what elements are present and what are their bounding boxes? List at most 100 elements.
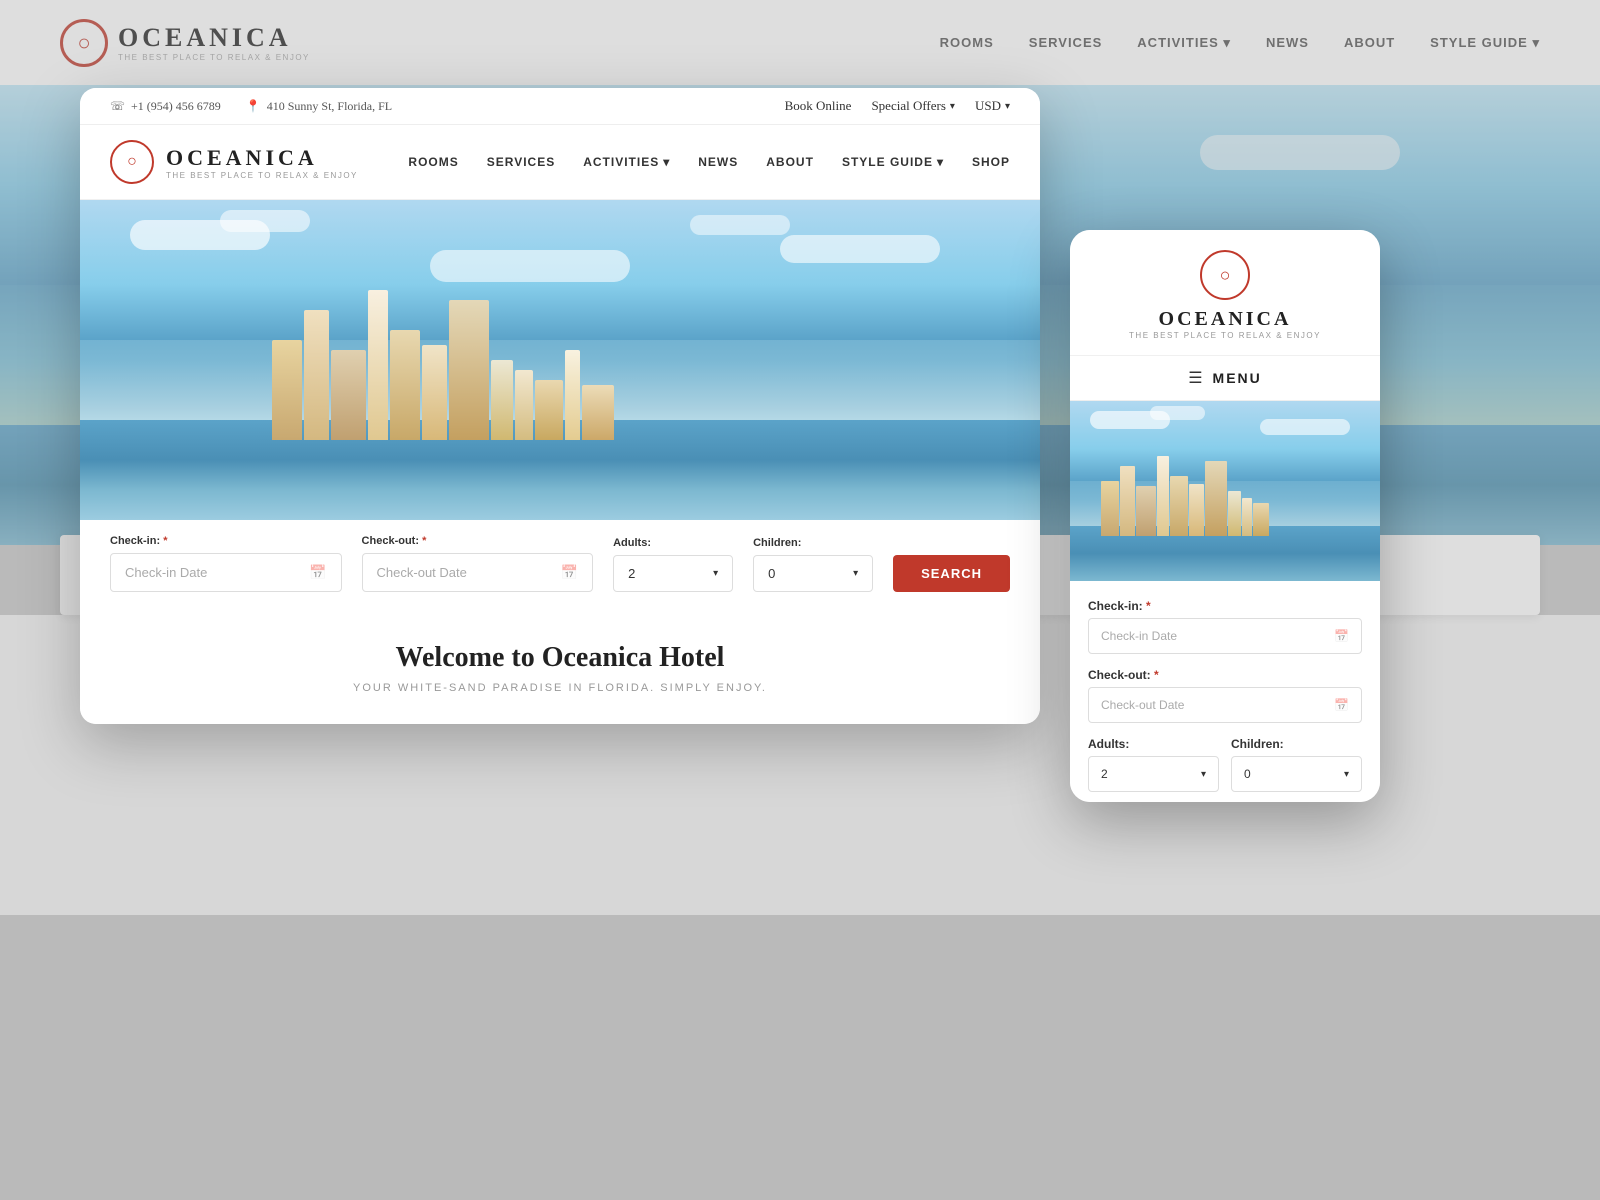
desktop-logo: ○ OCEANICA THE BEST PLACE TO RELAX & ENJ…	[110, 140, 358, 184]
mobile-children-label: Children:	[1231, 737, 1362, 751]
mobile-building-2	[1120, 466, 1135, 536]
desktop-topbar-left: ☏ +1 (954) 456 6789 📍 410 Sunny St, Flor…	[110, 99, 392, 114]
checkout-field: Check-out: * Check-out Date 📅	[362, 535, 594, 592]
logo-text: OCEANICA THE BEST PLACE TO RELAX & ENJOY	[166, 145, 358, 180]
desktop-welcome-heading: Welcome to Oceanica Hotel	[110, 642, 1010, 674]
mobile-hero	[1070, 401, 1380, 581]
nav-rooms[interactable]: ROOMS	[408, 155, 458, 169]
mobile-checkout-calendar-icon: 📅	[1334, 698, 1349, 712]
adults-select[interactable]: 2 ▾	[613, 555, 733, 592]
location-icon: 📍	[246, 99, 261, 114]
nav-shop[interactable]: SHOP	[972, 155, 1010, 169]
cloud-3	[780, 235, 940, 263]
book-online-link[interactable]: Book Online	[785, 98, 852, 114]
children-field: Children: 0 ▾	[753, 537, 873, 592]
address-contact: 📍 410 Sunny St, Florida, FL	[246, 99, 392, 114]
adults-value: 2	[628, 566, 635, 581]
checkin-placeholder: Check-in Date	[125, 565, 207, 580]
address-text: 410 Sunny St, Florida, FL	[267, 99, 392, 114]
desktop-mockup: ☏ +1 (954) 456 6789 📍 410 Sunny St, Flor…	[80, 88, 1040, 724]
desktop-nav: ○ OCEANICA THE BEST PLACE TO RELAX & ENJ…	[80, 125, 1040, 200]
mobile-checkin-field: Check-in: * Check-in Date 📅	[1088, 599, 1362, 654]
building-3	[331, 350, 366, 440]
activities-chevron-icon: ▾	[663, 155, 670, 169]
checkout-input[interactable]: Check-out Date 📅	[362, 553, 594, 592]
logo-circle-icon: ○	[110, 140, 154, 184]
mobile-checkin-required: *	[1146, 599, 1151, 613]
mobile-children-chevron-icon: ▾	[1344, 769, 1349, 780]
mobile-logo-symbol: ○	[1220, 265, 1231, 286]
children-value: 0	[768, 566, 775, 581]
mobile-children-select[interactable]: 0 ▾	[1231, 756, 1362, 792]
nav-activities[interactable]: ACTIVITIES ▾	[583, 155, 670, 169]
hamburger-icon: ☰	[1188, 368, 1202, 388]
mobile-checkin-label: Check-in: *	[1088, 599, 1362, 613]
nav-style-guide[interactable]: STYLE GUIDE ▾	[842, 155, 944, 169]
checkout-calendar-icon: 📅	[561, 564, 578, 581]
mobile-cloud-2	[1150, 406, 1205, 420]
mobile-buildings	[1101, 436, 1349, 536]
mobile-mockup: ○ OCEANICA THE BEST PLACE TO RELAX & ENJ…	[1070, 230, 1380, 802]
checkout-label: Check-out: *	[362, 535, 594, 547]
checkin-label: Check-in: *	[110, 535, 342, 547]
mobile-building-3	[1136, 486, 1156, 536]
mobile-header: ○ OCEANICA THE BEST PLACE TO RELAX & ENJ…	[1070, 230, 1380, 356]
mobile-adults-label: Adults:	[1088, 737, 1219, 751]
mobile-menu-bar[interactable]: ☰ MENU	[1070, 356, 1380, 401]
building-11	[565, 350, 580, 440]
mobile-cloud-3	[1260, 419, 1350, 435]
phone-contact: ☏ +1 (954) 456 6789	[110, 99, 221, 114]
nav-about[interactable]: ABOUT	[766, 155, 814, 169]
checkin-field: Check-in: * Check-in Date 📅	[110, 535, 342, 592]
building-10	[535, 380, 563, 440]
adults-chevron-icon: ▾	[713, 568, 718, 579]
mobile-building-7	[1205, 461, 1227, 536]
building-12	[582, 385, 614, 440]
hero-scene	[80, 260, 1040, 520]
mobile-building-8	[1228, 491, 1241, 536]
hero-background	[80, 200, 1040, 520]
currency-dropdown[interactable]: USD ▾	[975, 98, 1010, 114]
building-8	[491, 360, 513, 440]
mobile-adults-chevron-icon: ▾	[1201, 769, 1206, 780]
special-offers-dropdown[interactable]: Special Offers ▾	[871, 98, 955, 114]
mobile-guests-row: Adults: 2 ▾ Children: 0 ▾	[1088, 737, 1362, 792]
phone-icon: ☏	[110, 99, 125, 114]
mobile-adults-value: 2	[1101, 767, 1108, 781]
building-1	[272, 340, 302, 440]
checkout-placeholder: Check-out Date	[377, 565, 467, 580]
logo-symbol: ○	[127, 153, 137, 171]
children-label: Children:	[753, 537, 873, 549]
desktop-booking-form: Check-in: * Check-in Date 📅 Check-out: *…	[80, 520, 1040, 612]
mobile-adults-block: Adults: 2 ▾	[1088, 737, 1219, 792]
children-chevron-icon: ▾	[853, 568, 858, 579]
mobile-brand-name: OCEANICA	[1090, 308, 1360, 331]
building-5	[390, 330, 420, 440]
mobile-building-9	[1242, 498, 1252, 536]
mobile-building-6	[1189, 484, 1204, 536]
mobile-checkout-placeholder: Check-out Date	[1101, 698, 1184, 712]
mobile-checkout-input[interactable]: Check-out Date 📅	[1088, 687, 1362, 723]
mobile-adults-select[interactable]: 2 ▾	[1088, 756, 1219, 792]
building-6	[422, 345, 447, 440]
currency-chevron-icon: ▾	[1005, 101, 1010, 112]
checkout-required: *	[422, 535, 426, 547]
desktop-topbar-right: Book Online Special Offers ▾ USD ▾	[785, 98, 1010, 114]
mobile-building-1	[1101, 481, 1119, 536]
mobile-children-value: 0	[1244, 767, 1251, 781]
mobile-building-10	[1253, 503, 1269, 536]
nav-news[interactable]: NEWS	[698, 155, 738, 169]
mobile-checkout-field: Check-out: * Check-out Date 📅	[1088, 668, 1362, 723]
search-button[interactable]: SEARCH	[893, 555, 1010, 592]
nav-services[interactable]: SERVICES	[487, 155, 555, 169]
children-select[interactable]: 0 ▾	[753, 555, 873, 592]
mobile-booking-form: Check-in: * Check-in Date 📅 Check-out: *…	[1070, 581, 1380, 802]
mobile-checkin-input[interactable]: Check-in Date 📅	[1088, 618, 1362, 654]
phone-number: +1 (954) 456 6789	[131, 99, 221, 114]
building-2	[304, 310, 329, 440]
adults-field: Adults: 2 ▾	[613, 537, 733, 592]
mobile-checkin-calendar-icon: 📅	[1334, 629, 1349, 643]
checkin-input[interactable]: Check-in Date 📅	[110, 553, 342, 592]
logo-tagline: THE BEST PLACE TO RELAX & ENJOY	[166, 171, 358, 180]
logo-brand-name: OCEANICA	[166, 145, 358, 171]
